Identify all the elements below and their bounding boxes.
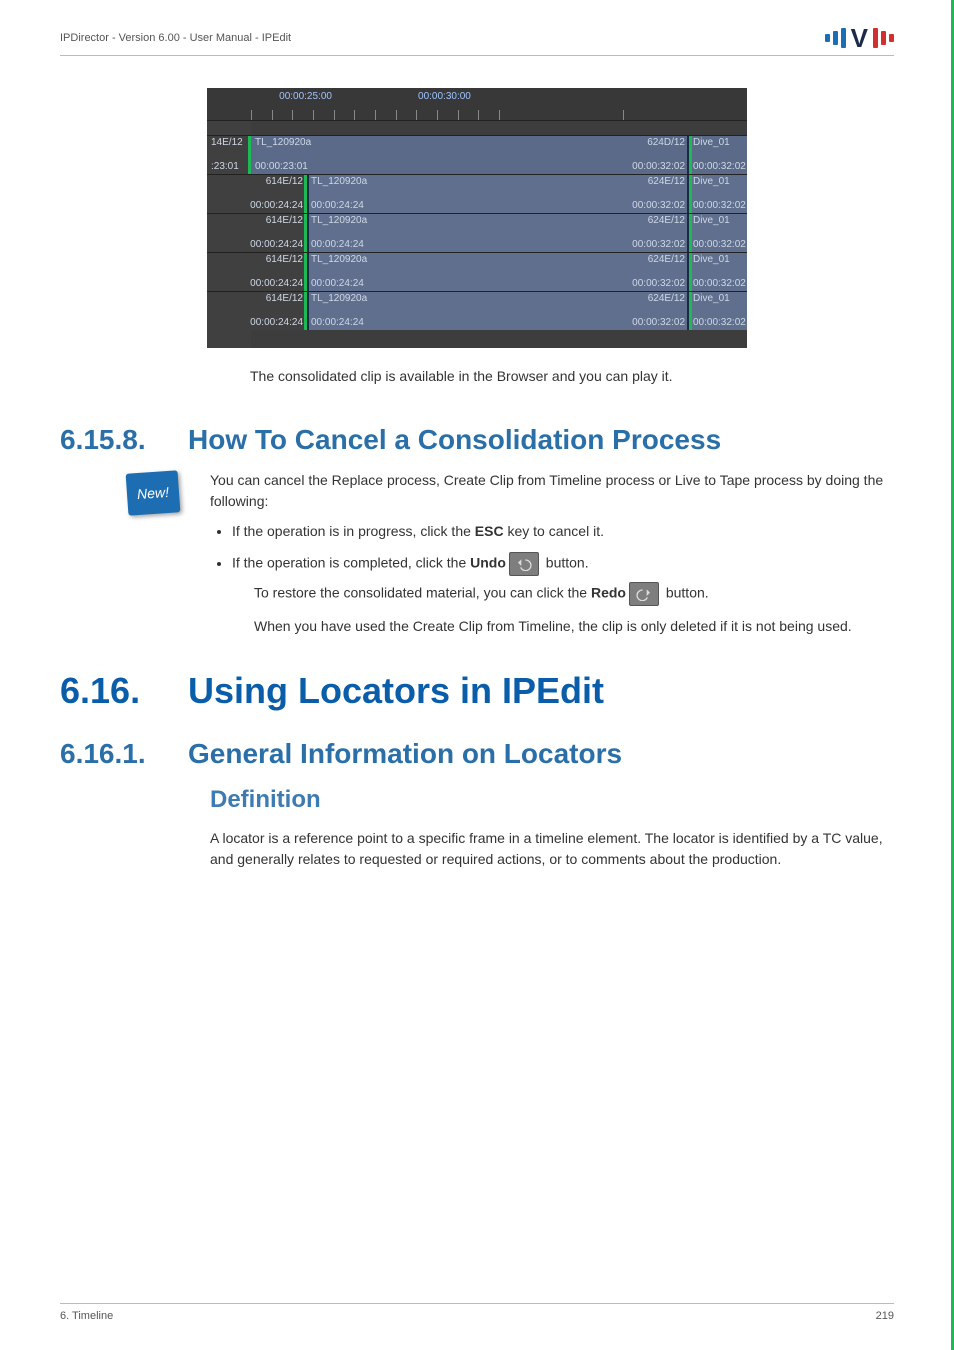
row0-tr: 624D/12 [647, 138, 685, 148]
row3-bln: 00:00:24:24 [311, 279, 364, 289]
row2-bl: 00:00:24:24 [250, 240, 303, 250]
row1-br: 00:00:32:02 [632, 201, 685, 211]
row1-rbr: 00:00:32:02 [693, 201, 746, 211]
section-title: General Information on Locators [188, 738, 622, 770]
row0-left-bl: :23:01 [211, 162, 239, 172]
row1-right: Dive_01 [693, 177, 730, 187]
header-product: IPDirector - Version 6.00 - User Manual … [60, 32, 291, 44]
page-header: IPDirector - Version 6.00 - User Manual … [60, 28, 894, 56]
row4-tl: 614E/12 [266, 294, 303, 304]
row4-tr: 624E/12 [648, 294, 685, 304]
definition-body: A locator is a reference point to a spec… [210, 828, 894, 869]
section-6-16-1-heading: 6.16.1. General Information on Locators [60, 738, 894, 770]
ruler-tc-2: 00:00:30:00 [418, 91, 471, 102]
row3-right: Dive_01 [693, 255, 730, 265]
new-badge-icon: New! [126, 471, 181, 517]
row3-br: 00:00:32:02 [632, 279, 685, 289]
section-number: 6.16.1. [60, 738, 170, 770]
nested-note: When you have used the Create Clip from … [254, 616, 894, 636]
row2-tr: 624E/12 [648, 216, 685, 226]
section-title: How To Cancel a Consolidation Process [188, 424, 721, 456]
row1-tr: 624E/12 [648, 177, 685, 187]
row0-left-tc: 14E/12 [211, 138, 243, 148]
evs-logo-icon: V [825, 28, 894, 49]
row0-rbr: 00:00:32:02 [693, 162, 746, 172]
row3-rbr: 00:00:32:02 [693, 279, 746, 289]
row4-name: TL_120920a [311, 294, 367, 304]
row3-name: TL_120920a [311, 255, 367, 265]
chapter-number: 6.16. [60, 670, 170, 712]
row2-br: 00:00:32:02 [632, 240, 685, 250]
section-number: 6.15.8. [60, 424, 170, 456]
row1-tl: 614E/12 [266, 177, 303, 187]
timeline-screenshot: 00:00:25:00 00:00:30:00 14E/12 :23:01 TL… [207, 88, 747, 348]
footer-chapter: 6. Timeline [60, 1310, 113, 1322]
chapter-title: Using Locators in IPEdit [188, 670, 604, 712]
row4-bln: 00:00:24:24 [311, 318, 364, 328]
row4-rbr: 00:00:32:02 [693, 318, 746, 328]
row3-tr: 624E/12 [648, 255, 685, 265]
row4-right: Dive_01 [693, 294, 730, 304]
row2-bln: 00:00:24:24 [311, 240, 364, 250]
row2-rbr: 00:00:32:02 [693, 240, 746, 250]
row0-right: Dive_01 [693, 138, 730, 148]
row0-br: 00:00:32:02 [632, 162, 685, 172]
redo-icon [629, 582, 659, 606]
sec6158-intro: You can cancel the Replace process, Crea… [210, 470, 894, 511]
row2-name: TL_120920a [311, 216, 367, 226]
definition-heading: Definition [210, 786, 894, 814]
row4-bl: 00:00:24:24 [250, 318, 303, 328]
row1-bln: 00:00:24:24 [311, 201, 364, 211]
section-6-15-8-heading: 6.15.8. How To Cancel a Consolidation Pr… [60, 424, 894, 456]
row0-bln: 00:00:23:01 [255, 162, 308, 172]
nested-redo: To restore the consolidated material, yo… [254, 582, 894, 606]
row1-name: TL_120920a [311, 177, 367, 187]
undo-icon [509, 552, 539, 576]
row3-tl: 614E/12 [266, 255, 303, 265]
row3-bl: 00:00:24:24 [250, 279, 303, 289]
ruler-tc-1: 00:00:25:00 [279, 91, 332, 102]
bullet-undo: If the operation is completed, click the… [232, 552, 894, 636]
row1-bl: 00:00:24:24 [250, 201, 303, 211]
row4-br: 00:00:32:02 [632, 318, 685, 328]
footer-page: 219 [876, 1310, 894, 1322]
section-6-16-heading: 6.16. Using Locators in IPEdit [60, 670, 894, 712]
bullet-esc: If the operation is in progress, click t… [232, 521, 894, 542]
row0-name: TL_120920a [255, 138, 311, 148]
figure-caption: The consolidated clip is available in th… [250, 366, 894, 386]
row2-right: Dive_01 [693, 216, 730, 226]
row2-tl: 614E/12 [266, 216, 303, 226]
page-footer: 6. Timeline 219 [60, 1303, 894, 1322]
